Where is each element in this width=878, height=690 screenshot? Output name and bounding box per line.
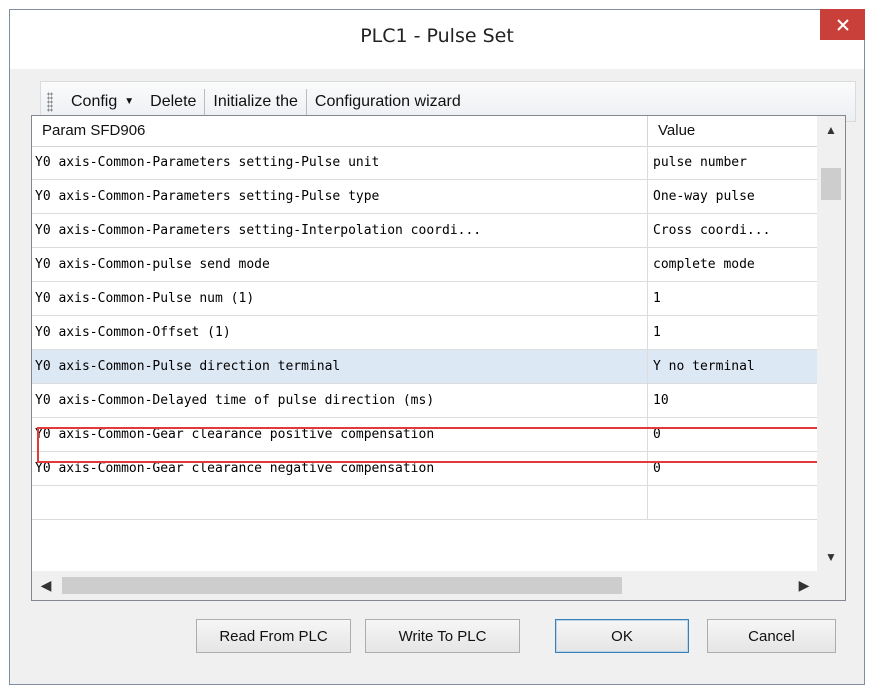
scroll-up-icon[interactable]: ▲ — [817, 116, 845, 144]
cancel-button[interactable]: Cancel — [707, 619, 836, 653]
param-cell: Y0 axis-Common-Parameters setting-Pulse … — [32, 180, 648, 213]
table-row[interactable]: Y0 axis-Common-Offset (1) 1 — [32, 316, 818, 350]
table-row[interactable]: Y0 axis-Common-Gear clearance positive c… — [32, 418, 818, 452]
initialize-button[interactable]: Initialize the — [205, 88, 306, 116]
value-cell[interactable]: 10 — [648, 384, 818, 417]
close-icon — [836, 18, 849, 31]
param-cell: Y0 axis-Common-Parameters setting-Pulse … — [32, 146, 648, 179]
horizontal-scroll-thumb[interactable] — [62, 577, 622, 594]
grid-header: Param SFD906 Value — [32, 116, 818, 147]
value-cell[interactable]: 0 — [648, 452, 818, 485]
table-row[interactable]: Y0 axis-Common-pulse send mode complete m… — [32, 248, 818, 282]
value-cell — [648, 486, 818, 519]
table-row-partial[interactable] — [32, 486, 818, 520]
param-cell: Y0 axis-Common-Parameters setting-Interp… — [32, 214, 648, 247]
parameter-grid: Param SFD906 Value Y0 axis-Common-Parame… — [31, 115, 846, 601]
column-header-param[interactable]: Param SFD906 — [32, 116, 648, 146]
window-title: PLC1 - Pulse Set — [360, 25, 514, 47]
table-row[interactable]: Y0 axis-Common-Pulse num (1) 1 — [32, 282, 818, 316]
write-to-plc-button[interactable]: Write To PLC — [365, 619, 520, 653]
vertical-scrollbar[interactable]: ▲ ▼ — [817, 116, 845, 571]
table-row[interactable]: Y0 axis-Common-Parameters setting-Pulse … — [32, 146, 818, 180]
ok-button[interactable]: OK — [555, 619, 689, 653]
table-row[interactable]: Y0 axis-Common-Gear clearance negative c… — [32, 452, 818, 486]
chevron-down-icon: ▼ — [124, 96, 135, 107]
param-cell: Y0 axis-Common-Offset (1) — [32, 316, 648, 349]
param-cell: Y0 axis-Common-Pulse direction terminal — [32, 350, 648, 383]
scroll-corner — [817, 571, 845, 600]
value-cell[interactable]: Y no terminal — [648, 350, 818, 383]
value-cell[interactable]: One-way pulse — [648, 180, 818, 213]
value-cell[interactable]: pulse number — [648, 146, 818, 179]
param-cell: Y0 axis-Common-pulse send mode — [32, 248, 648, 281]
value-cell[interactable]: Cross coordi... — [648, 214, 818, 247]
scroll-down-icon[interactable]: ▼ — [817, 543, 845, 571]
param-cell: Y0 axis-Common-Delayed time of pulse dir… — [32, 384, 648, 417]
config-label: Config — [71, 92, 118, 110]
param-cell — [32, 486, 648, 519]
value-cell[interactable]: complete mode — [648, 248, 818, 281]
table-row-selected[interactable]: Y0 axis-Common-Pulse direction terminal Y… — [32, 350, 818, 384]
vertical-scroll-thumb[interactable] — [821, 168, 841, 200]
table-row[interactable]: Y0 axis-Common-Parameters setting-Pulse … — [32, 180, 818, 214]
read-from-plc-button[interactable]: Read From PLC — [196, 619, 351, 653]
table-row[interactable]: Y0 axis-Common-Parameters setting-Interp… — [32, 214, 818, 248]
close-button[interactable] — [820, 9, 865, 40]
title-bar[interactable]: PLC1 - Pulse Set — [10, 9, 865, 69]
scroll-left-icon[interactable]: ◀ — [32, 571, 60, 600]
value-cell[interactable]: 1 — [648, 316, 818, 349]
column-header-value[interactable]: Value — [648, 116, 818, 146]
param-cell: Y0 axis-Common-Pulse num (1) — [32, 282, 648, 315]
delete-button[interactable]: Delete — [142, 88, 204, 116]
param-cell: Y0 axis-Common-Gear clearance negative c… — [32, 452, 648, 485]
table-row[interactable]: Y0 axis-Common-Delayed time of pulse dir… — [32, 384, 818, 418]
configuration-wizard-button[interactable]: Configuration wizard — [307, 88, 469, 116]
value-cell[interactable]: 1 — [648, 282, 818, 315]
grid-rows: Y0 axis-Common-Parameters setting-Pulse … — [32, 146, 818, 520]
scroll-right-icon[interactable]: ▶ — [790, 571, 818, 600]
horizontal-scrollbar[interactable]: ◀ ▶ — [32, 571, 818, 600]
config-menu-button[interactable]: Config ▼ — [63, 88, 142, 116]
param-cell: Y0 axis-Common-Gear clearance positive c… — [32, 418, 648, 451]
toolbar-grip[interactable] — [47, 91, 53, 112]
value-cell[interactable]: 0 — [648, 418, 818, 451]
